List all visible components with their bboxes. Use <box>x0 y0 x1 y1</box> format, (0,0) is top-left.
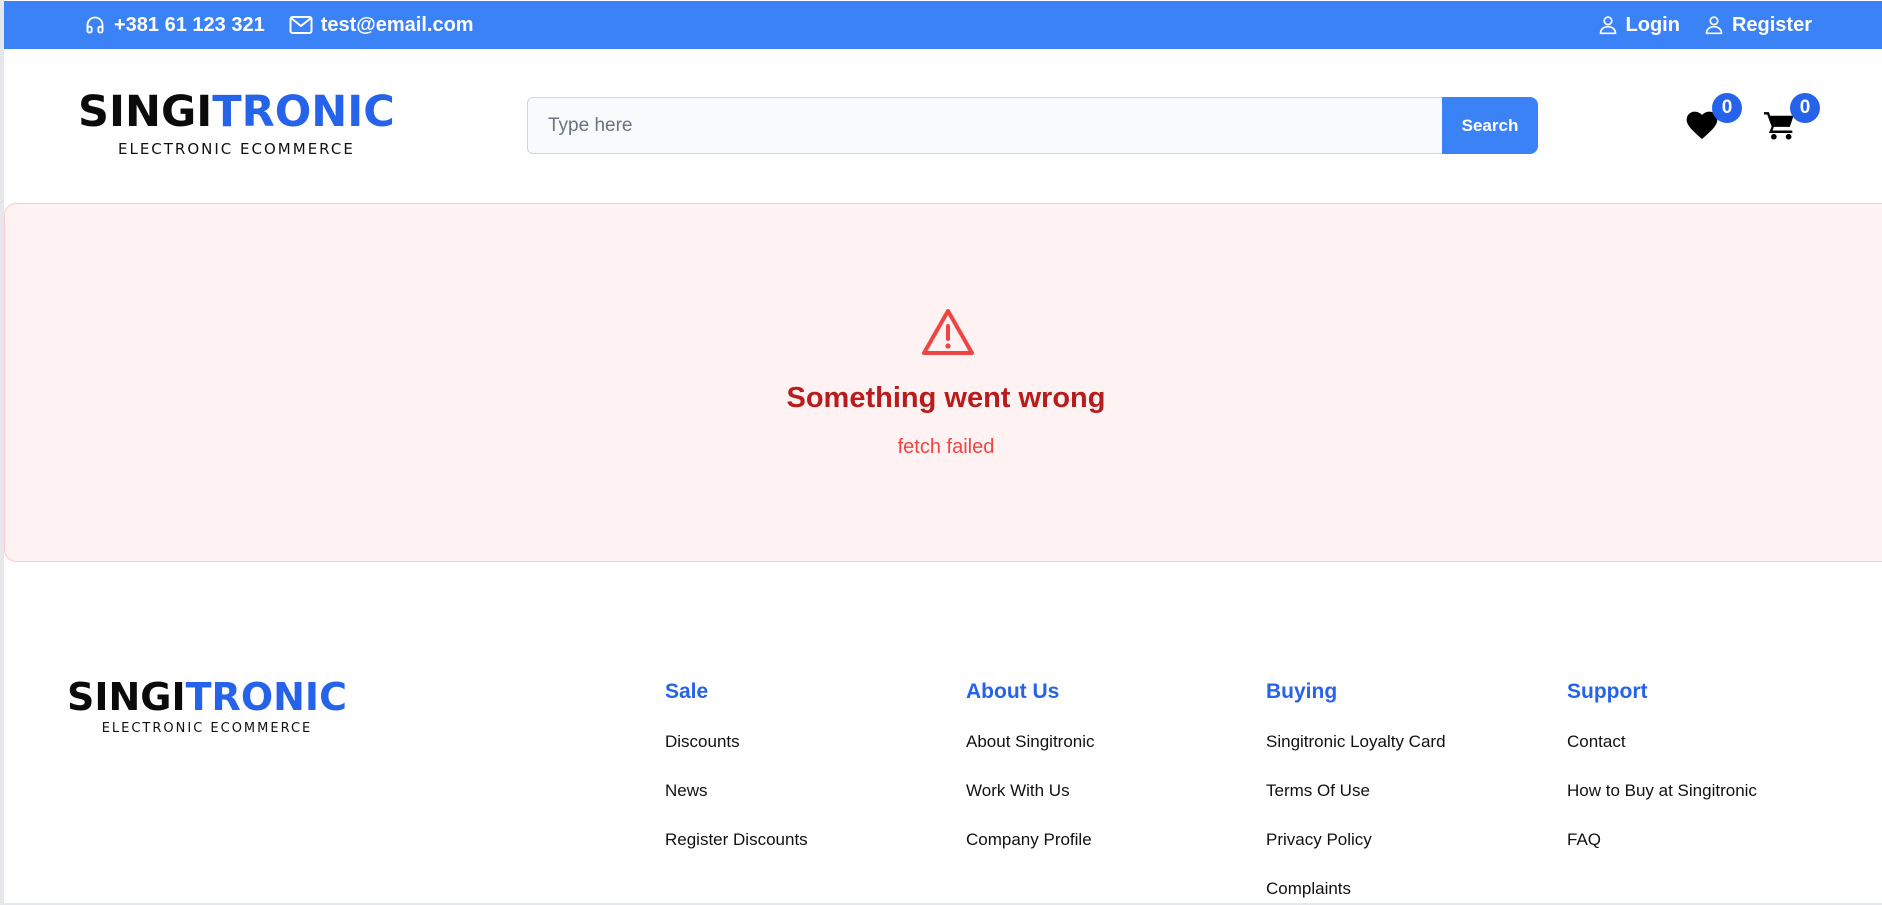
account-links: Login Register <box>1598 14 1812 37</box>
wishlist-count-badge: 0 <box>1712 93 1742 123</box>
error-message: fetch failed <box>897 436 995 458</box>
footer-link[interactable]: Company Profile <box>966 828 1095 877</box>
logo-tagline: ELECTRONIC ECOMMERCE <box>117 140 355 158</box>
footer-column-title: Sale <box>665 680 709 703</box>
cart-count-badge: 0 <box>1790 93 1820 123</box>
phone-link[interactable]: +381 61 123 321 <box>84 14 265 37</box>
site-footer: SINGITRONIC ELECTRONIC ECOMMERCE Sale Di… <box>0 562 1882 905</box>
contact-info: +381 61 123 321 test@email.com <box>84 14 474 37</box>
footer-column-title: Buying <box>1266 680 1338 703</box>
footer-link[interactable]: How to Buy at Singitronic <box>1567 779 1757 828</box>
cart-button[interactable]: 0 <box>1764 93 1820 145</box>
register-link[interactable]: Register <box>1704 14 1812 37</box>
footer-link[interactable]: Terms Of Use <box>1266 779 1446 828</box>
main-header: SINGITRONIC ELECTRONIC ECOMMERCE Search … <box>4 49 1882 201</box>
login-link[interactable]: Login <box>1598 14 1680 37</box>
user-icon <box>1599 16 1616 35</box>
footer-link[interactable]: News <box>665 779 808 828</box>
error-title: Something went wrong <box>786 382 1106 414</box>
search-input[interactable] <box>527 97 1442 154</box>
footer-column-sale: Sale Discounts News Register Discounts <box>665 680 808 877</box>
logo-tagline: ELECTRONIC ECOMMERCE <box>101 721 313 736</box>
footer-link[interactable]: Work With Us <box>966 779 1095 828</box>
footer-link[interactable]: Privacy Policy <box>1266 828 1446 877</box>
footer-link[interactable]: Complaints <box>1266 877 1446 905</box>
footer-link[interactable]: Register Discounts <box>665 828 808 877</box>
footer-link[interactable]: Contact <box>1567 730 1757 779</box>
footer-link[interactable]: About Singitronic <box>966 730 1095 779</box>
user-icon <box>1705 16 1723 35</box>
footer-column-title: About Us <box>966 680 1060 703</box>
footer-link[interactable]: FAQ <box>1567 828 1757 877</box>
register-label: Register <box>1731 13 1812 36</box>
login-label: Login <box>1625 13 1680 36</box>
footer-link[interactable]: Discounts <box>665 730 808 779</box>
footer-link[interactable]: Singitronic Loyalty Card <box>1266 730 1446 779</box>
footer-column-about: About Us About Singitronic Work With Us … <box>966 680 1095 877</box>
email-link[interactable]: test@email.com <box>289 14 474 37</box>
email-address: test@email.com <box>320 13 474 36</box>
search-button[interactable]: Search <box>1442 97 1538 154</box>
top-contact-bar: +381 61 123 321 test@email.com Login Reg… <box>4 1 1882 49</box>
headphones-icon <box>86 16 104 34</box>
logo-wordmark: SINGITRONIC <box>78 87 395 137</box>
warning-triangle-icon <box>922 309 974 355</box>
error-panel: Something went wrong fetch failed <box>4 203 1882 562</box>
logo-wordmark: SINGITRONIC <box>67 675 347 719</box>
wishlist-button[interactable]: 0 <box>1686 93 1742 145</box>
footer-column-buying: Buying Singitronic Loyalty Card Terms Of… <box>1266 680 1446 905</box>
search-form: Search <box>527 97 1538 154</box>
footer-column-title: Support <box>1567 680 1648 703</box>
footer-logo[interactable]: SINGITRONIC ELECTRONIC ECOMMERCE <box>67 678 347 736</box>
footer-column-support: Support Contact How to Buy at Singitroni… <box>1567 680 1757 877</box>
mail-icon <box>289 16 313 34</box>
header-logo[interactable]: SINGITRONIC ELECTRONIC ECOMMERCE <box>78 87 395 159</box>
phone-number: +381 61 123 321 <box>114 13 265 36</box>
